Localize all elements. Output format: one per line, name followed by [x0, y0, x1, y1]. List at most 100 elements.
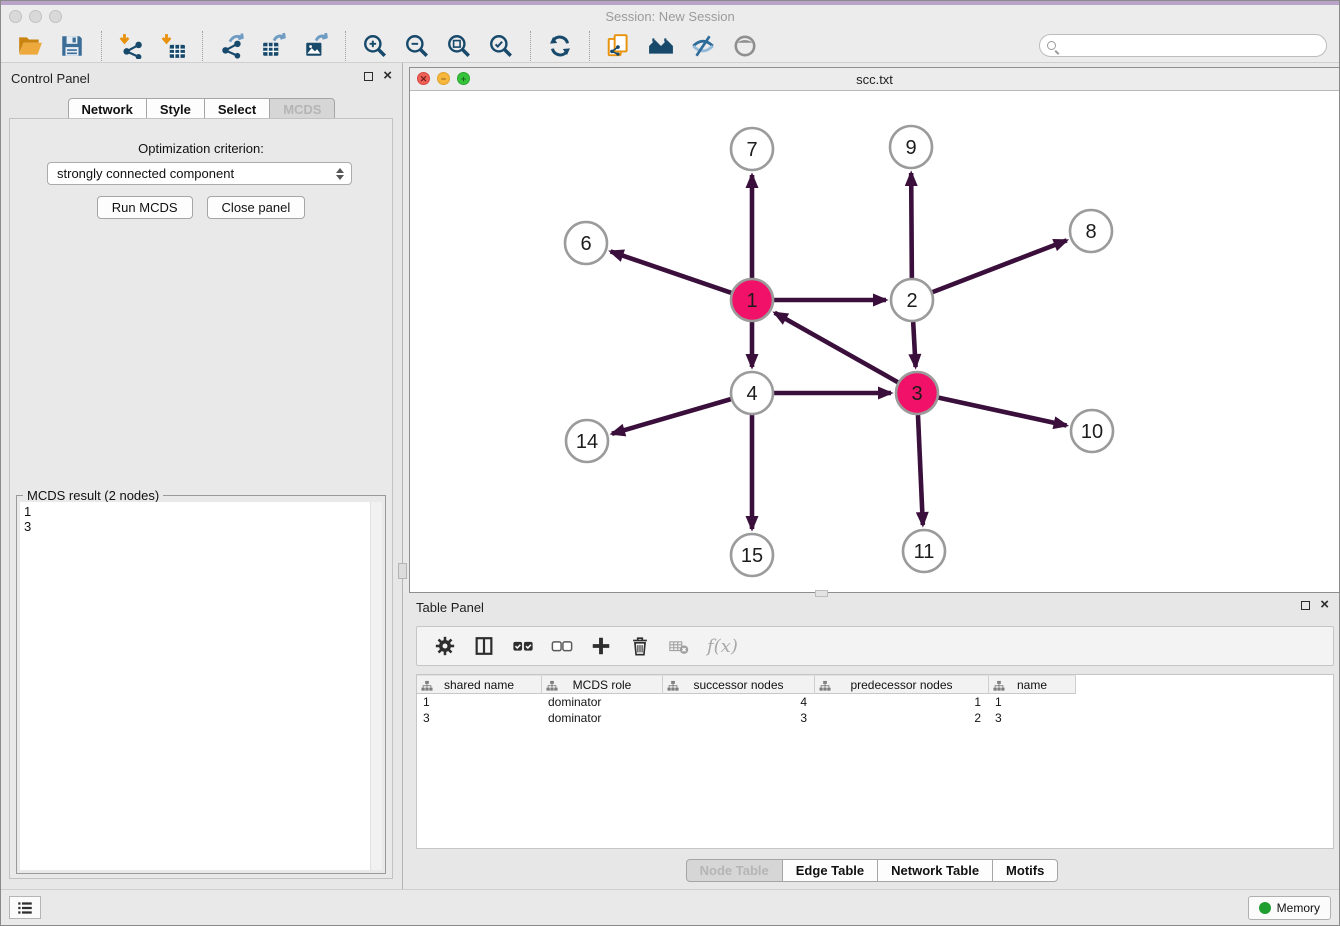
criterion-select[interactable]: strongly connected component — [47, 162, 352, 185]
first-neighbors-button[interactable] — [647, 32, 675, 60]
table-settings-button[interactable] — [434, 635, 456, 657]
tab-network-table[interactable]: Network Table — [878, 859, 993, 882]
function-builder-button[interactable]: f(x) — [707, 636, 738, 657]
tab-motifs[interactable]: Motifs — [993, 859, 1058, 882]
tab-node-table[interactable]: Node Table — [686, 859, 783, 882]
save-session-button[interactable] — [58, 32, 86, 60]
graph-node-3[interactable]: 3 — [896, 372, 938, 414]
zoom-out-button[interactable] — [403, 32, 431, 60]
horizontal-splitter-handle[interactable] — [815, 590, 828, 597]
graph-node-2[interactable]: 2 — [891, 279, 933, 321]
table-cell[interactable]: 3 — [417, 710, 542, 726]
hide-selected-button[interactable] — [689, 32, 717, 60]
svg-text:3: 3 — [911, 383, 922, 405]
status-bar: Memory — [1, 889, 1339, 925]
search-box[interactable] — [1039, 34, 1327, 57]
table-panel-title: Table Panel — [416, 600, 484, 615]
open-session-button[interactable] — [16, 32, 44, 60]
vertical-splitter-handle[interactable] — [398, 563, 407, 579]
network-canvas[interactable]: 7 9 6 8 1 2 4 3 14 10 15 11 — [410, 91, 1339, 592]
memory-label: Memory — [1277, 901, 1320, 915]
new-network-from-selection-button[interactable] — [605, 32, 633, 60]
mcds-result-text[interactable]: 1 3 — [20, 502, 382, 870]
show-all-button[interactable] — [731, 32, 759, 60]
delete-table-icon — [668, 635, 690, 657]
table-cell[interactable]: 1 — [417, 694, 542, 710]
svg-text:9: 9 — [905, 137, 916, 159]
table-cell[interactable]: 2 — [815, 710, 989, 726]
node-table: shared nameMCDS rolesuccessor nodesprede… — [416, 674, 1334, 849]
graph-edge-2-3[interactable] — [913, 322, 915, 367]
table-cell[interactable]: 1 — [815, 694, 989, 710]
table-row[interactable]: 3dominator323 — [417, 710, 1333, 726]
column-header-name[interactable]: name — [989, 675, 1076, 694]
graph-node-1[interactable]: 1 — [731, 279, 773, 321]
graph-node-8[interactable]: 8 — [1070, 210, 1112, 252]
graph-node-9[interactable]: 9 — [890, 126, 932, 168]
result-scrollbar[interactable] — [370, 502, 382, 870]
create-column-button[interactable] — [590, 635, 612, 657]
column-header-successor-nodes[interactable]: successor nodes — [663, 675, 815, 694]
export-network-button[interactable] — [218, 32, 246, 60]
table-cell[interactable]: dominator — [542, 710, 663, 726]
run-mcds-button[interactable]: Run MCDS — [97, 196, 193, 219]
table-cell[interactable]: 1 — [989, 694, 1076, 710]
delete-column-button[interactable] — [629, 635, 651, 657]
unselect-all-columns-button[interactable] — [551, 635, 573, 657]
show-column-button[interactable] — [473, 635, 495, 657]
graph-node-11[interactable]: 11 — [903, 530, 945, 572]
tab-edge-table[interactable]: Edge Table — [783, 859, 878, 882]
export-table-button[interactable] — [260, 32, 288, 60]
zoom-fit-icon — [446, 33, 472, 59]
graph-node-7[interactable]: 7 — [731, 128, 773, 170]
delete-table-button[interactable] — [668, 635, 690, 657]
export-image-button[interactable] — [302, 32, 330, 60]
float-panel-icon[interactable] — [364, 72, 373, 81]
graph-edge-3-1[interactable] — [775, 313, 898, 382]
graph-edge-2-9[interactable] — [911, 173, 912, 278]
close-table-panel-icon[interactable]: × — [1320, 600, 1329, 610]
memory-button[interactable]: Memory — [1248, 896, 1331, 920]
graph-edge-4-14[interactable] — [612, 399, 731, 434]
graph-node-6[interactable]: 6 — [565, 222, 607, 264]
import-network-button[interactable] — [117, 32, 145, 60]
table-row[interactable]: 1dominator411 — [417, 694, 1333, 710]
close-panel-button[interactable]: Close panel — [207, 196, 306, 219]
graph-edge-2-8[interactable] — [933, 240, 1067, 292]
new-network-from-selection-icon — [606, 33, 632, 59]
mcds-result-title: MCDS result (2 nodes) — [23, 488, 163, 503]
import-network-icon — [118, 33, 144, 59]
graph-node-4[interactable]: 4 — [731, 372, 773, 414]
table-cell[interactable]: 3 — [663, 710, 815, 726]
svg-text:7: 7 — [746, 139, 757, 161]
select-all-columns-button[interactable] — [512, 635, 534, 657]
network-window-titlebar: ✕ − + scc.txt — [410, 68, 1339, 91]
panel-menu-button[interactable] — [9, 896, 41, 919]
float-table-panel-icon[interactable] — [1301, 601, 1310, 610]
open-folder-icon — [17, 33, 43, 59]
column-header-shared-name[interactable]: shared name — [417, 675, 542, 694]
optimization-criterion-label: Optimization criterion: — [10, 141, 392, 156]
svg-text:6: 6 — [580, 233, 591, 255]
graph-node-10[interactable]: 10 — [1071, 410, 1113, 452]
graph-edge-1-6[interactable] — [611, 251, 732, 292]
table-cell[interactable]: 3 — [989, 710, 1076, 726]
zoom-fit-button[interactable] — [445, 32, 473, 60]
refresh-button[interactable] — [546, 32, 574, 60]
table-cell[interactable]: 4 — [663, 694, 815, 710]
close-panel-icon[interactable]: × — [383, 71, 392, 81]
table-cell[interactable]: dominator — [542, 694, 663, 710]
graph-edge-3-11[interactable] — [918, 415, 923, 525]
graph-edge-3-10[interactable] — [938, 398, 1066, 426]
column-header-predecessor-nodes[interactable]: predecessor nodes — [815, 675, 989, 694]
svg-text:14: 14 — [576, 431, 598, 453]
zoom-in-button[interactable] — [361, 32, 389, 60]
import-table-button[interactable] — [159, 32, 187, 60]
zoom-selected-button[interactable] — [487, 32, 515, 60]
svg-text:4: 4 — [746, 383, 757, 405]
criterion-value: strongly connected component — [57, 166, 234, 181]
graph-node-14[interactable]: 14 — [566, 420, 608, 462]
search-input[interactable] — [1056, 35, 1326, 56]
graph-node-15[interactable]: 15 — [731, 534, 773, 576]
column-header-MCDS-role[interactable]: MCDS role — [542, 675, 663, 694]
